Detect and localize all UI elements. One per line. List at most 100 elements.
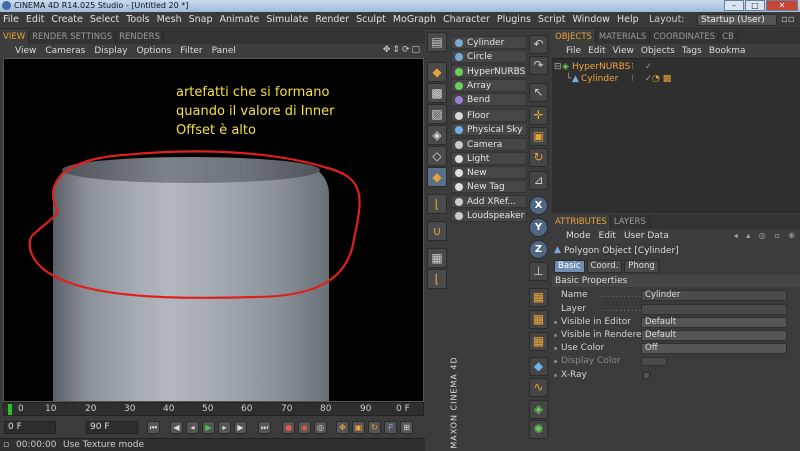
z-axis-icon[interactable]: Z (529, 240, 548, 259)
magnet-icon[interactable]: ∪ (427, 221, 447, 241)
object-row-cylinder[interactable]: └ ▲ Cylinder ⁝ ✓ ◔ ▩ (552, 73, 800, 85)
viewport-nav-icons[interactable]: ✥⇕⟳▢ (383, 45, 422, 55)
object-row-hypernurbs[interactable]: ⊟ ◈ HyperNURBS ⁝ ✓ (552, 61, 800, 73)
model-mode-icon[interactable]: ◆ (427, 62, 447, 82)
menu-render[interactable]: Render (315, 12, 349, 28)
vp-menu-cameras[interactable]: Cameras (45, 44, 85, 58)
palette-physical-sky[interactable]: Physical Sky (451, 123, 527, 136)
om-menu-edit[interactable]: Edit (588, 44, 605, 58)
scale-icon[interactable]: ▣ (529, 127, 548, 146)
attr-menu-mode[interactable]: Mode (566, 229, 591, 243)
palette-cylinder[interactable]: Cylinder (451, 36, 527, 49)
menu-snap[interactable]: Snap (189, 12, 213, 28)
menu-mograph[interactable]: MoGraph (393, 12, 436, 28)
minimize-button[interactable]: – (724, 0, 744, 11)
palette-add-xref[interactable]: Add XRef... (451, 195, 527, 208)
tab-objects[interactable]: OBJECTS (552, 30, 596, 44)
attr-menu-user-data[interactable]: User Data (624, 229, 669, 243)
next-key-button[interactable]: ▶ (234, 421, 247, 434)
go-to-end-button[interactable]: ⏭ (258, 421, 271, 434)
om-menu-tags[interactable]: Tags (682, 44, 702, 58)
mograph-icon[interactable]: ✺ (529, 420, 548, 439)
polygons-mode-icon[interactable]: ◆ (427, 167, 447, 187)
layer-field[interactable] (641, 304, 787, 315)
coordinate-system-icon[interactable]: ⊥ (529, 262, 548, 281)
position-key-button[interactable]: ✥ (336, 421, 349, 434)
tab-coordinates[interactable]: COORDINATES (650, 30, 720, 44)
pla-key-button[interactable]: ⊞ (400, 421, 413, 434)
texture-mode-icon[interactable]: ▩ (427, 83, 447, 103)
vp-menu-filter[interactable]: Filter (180, 44, 202, 58)
vp-menu-panel[interactable]: Panel (212, 44, 236, 58)
om-menu-bookmarks[interactable]: Bookma (709, 44, 746, 58)
workplane-grid-icon[interactable]: ▦ (427, 248, 447, 268)
start-frame-field[interactable]: 0 F (4, 421, 56, 434)
x-ray-checkbox[interactable] (643, 372, 650, 379)
undo-icon[interactable]: ▤ (427, 32, 447, 52)
menubar-panel-icons[interactable]: ▫▫ (781, 14, 795, 25)
previous-frame-button[interactable]: ◂ (186, 421, 199, 434)
om-menu-file[interactable]: File (566, 44, 581, 58)
workplane-mode-icon[interactable]: ▨ (427, 104, 447, 124)
use-color-select[interactable]: Off (641, 343, 787, 354)
animation-dot-icon[interactable] (554, 334, 557, 337)
spline-icon[interactable]: ∿ (529, 378, 548, 397)
tab-attributes[interactable]: ATTRIBUTES (552, 215, 611, 229)
menu-script[interactable]: Script (538, 12, 566, 28)
palette-floor[interactable]: Floor (451, 109, 527, 122)
palette-bend[interactable]: Bend (451, 93, 527, 106)
tab-view[interactable]: VIEW (0, 30, 30, 44)
palette-camera[interactable]: Camera (451, 138, 527, 151)
tab-materials[interactable]: MATERIALS (596, 30, 651, 44)
subtab-basic[interactable]: Basic (554, 260, 585, 273)
maximize-button[interactable]: □ (745, 0, 765, 11)
visible-in-editor-select[interactable]: Default (641, 317, 787, 328)
visible-in-renderer-select[interactable]: Default (641, 330, 787, 341)
om-menu-objects[interactable]: Objects (641, 44, 675, 58)
locked-workplane-icon[interactable]: ⌊ (427, 269, 447, 289)
render-picture-viewer-icon[interactable]: ▦ (529, 310, 548, 329)
axis-mode-icon[interactable]: ⌊ (427, 194, 447, 214)
menu-window[interactable]: Window (572, 12, 609, 28)
vp-menu-display[interactable]: Display (94, 44, 127, 58)
menu-create[interactable]: Create (51, 12, 83, 28)
menu-edit[interactable]: Edit (26, 12, 44, 28)
menu-animate[interactable]: Animate (220, 12, 260, 28)
layout-select[interactable]: Startup (User) (697, 14, 777, 26)
palette-array[interactable]: Array (451, 79, 527, 92)
attr-menu-edit[interactable]: Edit (599, 229, 616, 243)
live-selection-icon[interactable]: ⊿ (529, 171, 548, 190)
palette-circle[interactable]: Circle (451, 50, 527, 63)
attributes-nav-icons[interactable]: ◂ ▴ ◎ ▫ ⊕ (734, 229, 798, 243)
go-to-start-button[interactable]: ⏮ (147, 421, 160, 434)
current-frame-marker[interactable] (8, 404, 12, 415)
record-button[interactable]: ● (282, 421, 295, 434)
vp-menu-options[interactable]: Options (137, 44, 172, 58)
play-button[interactable]: ▶ (202, 421, 215, 434)
menu-help[interactable]: Help (617, 12, 639, 28)
phong-tag-icon[interactable]: ◔ ▩ (652, 73, 671, 85)
close-button[interactable]: ✕ (766, 0, 798, 11)
menu-select[interactable]: Select (90, 12, 119, 28)
animation-dot-icon[interactable] (554, 374, 557, 377)
palette-hypernurbs[interactable]: HyperNURBS (451, 65, 527, 78)
undo-arrow-icon[interactable]: ↶ (529, 35, 548, 54)
rotation-key-button[interactable]: ↻ (368, 421, 381, 434)
redo-arrow-icon[interactable]: ↷ (529, 56, 548, 75)
nurbs-icon[interactable]: ◈ (529, 400, 548, 419)
palette-new-tag[interactable]: New Tag (451, 180, 527, 193)
tab-cb[interactable]: CB (719, 30, 738, 44)
previous-key-button[interactable]: ◀ (170, 421, 183, 434)
render-view-icon[interactable]: ▦ (529, 288, 548, 307)
end-frame-field[interactable]: 90 F (86, 421, 138, 434)
menu-sculpt[interactable]: Sculpt (356, 12, 386, 28)
select-arrow-icon[interactable]: ↖ (529, 83, 548, 102)
menu-plugins[interactable]: Plugins (497, 12, 531, 28)
name-field[interactable]: Cylinder (641, 290, 787, 301)
parameter-key-button[interactable]: P (384, 421, 397, 434)
palette-loudspeaker[interactable]: Loudspeaker (451, 209, 527, 222)
autokey-button[interactable]: ◉ (298, 421, 311, 434)
subtab-coord[interactable]: Coord. (586, 260, 623, 273)
render-settings-icon[interactable]: ▦ (529, 332, 548, 351)
menu-tools[interactable]: Tools (126, 12, 149, 28)
